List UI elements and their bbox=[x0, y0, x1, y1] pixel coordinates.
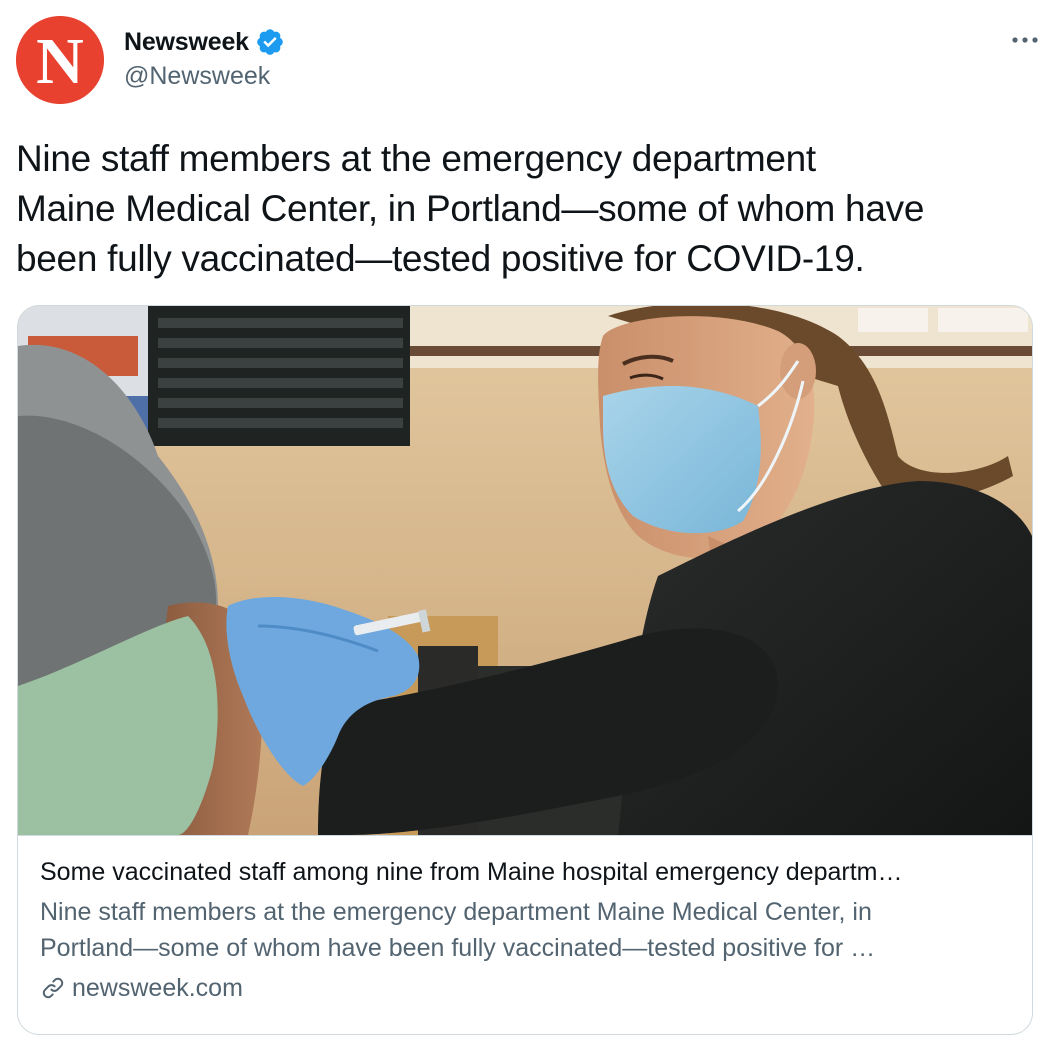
tweet-text-line: Maine Medical Center, in Portland—some o… bbox=[16, 188, 925, 229]
verified-badge-icon bbox=[255, 27, 285, 57]
card-description-line: Portland—some of whom have been fully va… bbox=[40, 934, 876, 962]
card-title[interactable]: Some vaccinated staff among nine from Ma… bbox=[40, 854, 1010, 890]
card-description-line: Nine staff members at the emergency depa… bbox=[40, 898, 872, 926]
handle[interactable]: @Newsweek bbox=[124, 62, 285, 91]
avatar[interactable]: N bbox=[16, 16, 104, 104]
card-description: Nine staff members at the emergency depa… bbox=[40, 894, 1010, 966]
display-name[interactable]: Newsweek bbox=[124, 28, 249, 57]
tweet-header: N Newsweek @Newsweek bbox=[16, 16, 1042, 104]
display-name-row: Newsweek bbox=[124, 24, 285, 60]
tweet-text-line: Nine staff members at the emergency depa… bbox=[16, 138, 816, 179]
card-domain[interactable]: newsweek.com bbox=[40, 970, 1010, 1006]
tweet: N Newsweek @Newsweek Nine staff members … bbox=[0, 0, 1058, 1058]
vaccination-photo bbox=[18, 306, 1032, 835]
tweet-text-line: been fully vaccinated—tested positive fo… bbox=[16, 238, 865, 279]
newsweek-logo: N bbox=[16, 16, 104, 104]
card-body: Some vaccinated staff among nine from Ma… bbox=[40, 854, 1010, 1006]
card-domain-label: newsweek.com bbox=[72, 974, 243, 1002]
more-horizontal-icon[interactable] bbox=[1010, 30, 1040, 50]
card-image[interactable] bbox=[18, 306, 1032, 836]
link-preview-card[interactable]: Some vaccinated staff among nine from Ma… bbox=[17, 305, 1033, 1035]
link-icon bbox=[40, 975, 66, 1001]
svg-text:N: N bbox=[36, 25, 84, 98]
author-names: Newsweek @Newsweek bbox=[124, 24, 285, 91]
tweet-text: Nine staff members at the emergency depa… bbox=[16, 134, 1042, 284]
